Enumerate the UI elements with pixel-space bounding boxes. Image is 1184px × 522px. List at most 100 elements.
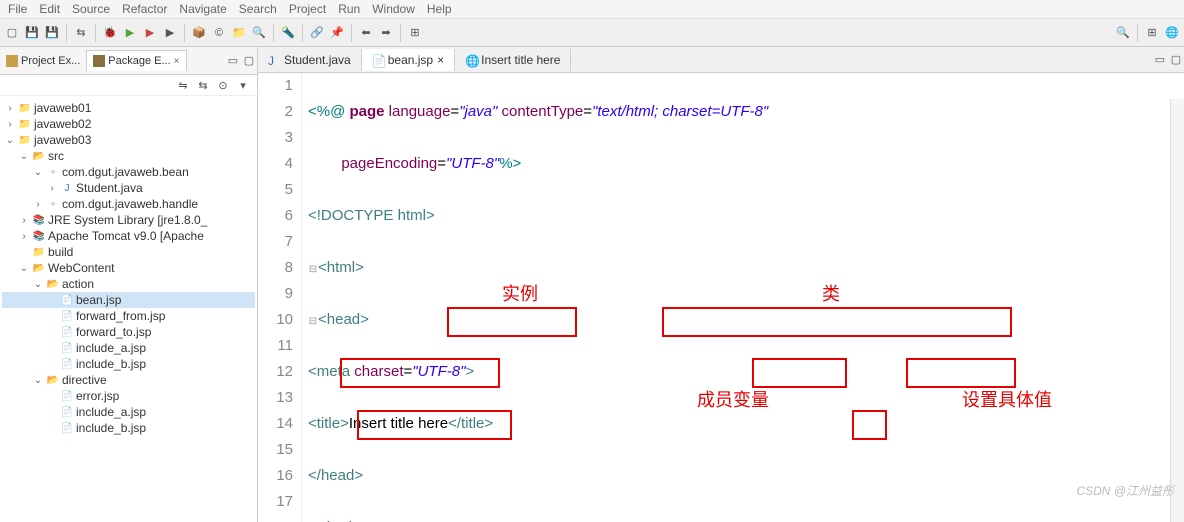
tree-item[interactable]: 📄error.jsp bbox=[2, 388, 255, 404]
menu-file[interactable]: File bbox=[8, 2, 27, 16]
package-explorer-icon bbox=[93, 55, 105, 67]
tree-label: include_b.jsp bbox=[76, 421, 146, 435]
menu-source[interactable]: Source bbox=[72, 2, 110, 16]
menu-search[interactable]: Search bbox=[239, 2, 277, 16]
line-number: 10 bbox=[258, 307, 293, 333]
twisty-icon[interactable]: › bbox=[46, 183, 58, 194]
file-icon: 📄 bbox=[60, 389, 74, 403]
run-config-icon[interactable]: ▶ bbox=[162, 25, 178, 41]
focus-icon[interactable]: ⊙ bbox=[215, 77, 231, 93]
tree-label: action bbox=[62, 277, 94, 291]
forward-icon[interactable]: ➡ bbox=[378, 25, 394, 41]
close-icon[interactable]: × bbox=[437, 53, 444, 67]
project-explorer-tab[interactable]: Project Ex... bbox=[0, 51, 86, 71]
menu-project[interactable]: Project bbox=[289, 2, 326, 16]
tree-label: include_a.jsp bbox=[76, 405, 146, 419]
new-class-icon[interactable]: © bbox=[211, 25, 227, 41]
maximize-icon[interactable]: ▢ bbox=[241, 53, 257, 69]
twisty-icon[interactable]: ⌄ bbox=[4, 135, 16, 146]
tree-item[interactable]: 📄include_b.jsp bbox=[2, 420, 255, 436]
tree-item[interactable]: ›📚Apache Tomcat v9.0 [Apache bbox=[2, 228, 255, 244]
new-package-icon[interactable]: 📦 bbox=[191, 25, 207, 41]
tree-label: include_a.jsp bbox=[76, 341, 146, 355]
tree-item[interactable]: ⌄📂src bbox=[2, 148, 255, 164]
open-perspective-icon[interactable]: ⊞ bbox=[1144, 25, 1160, 41]
pin-icon[interactable]: 📌 bbox=[329, 25, 345, 41]
code-editor[interactable]: 1234567891011121314151617 <%@ page langu… bbox=[258, 73, 1184, 522]
run-icon[interactable]: ▶ bbox=[122, 25, 138, 41]
menu-run[interactable]: Run bbox=[338, 2, 360, 16]
tree-item[interactable]: 📄forward_to.jsp bbox=[2, 324, 255, 340]
debug-icon[interactable]: 🐞 bbox=[102, 25, 118, 41]
twisty-icon[interactable]: ⌄ bbox=[32, 375, 44, 386]
collapse-all-icon[interactable]: ⇋ bbox=[175, 77, 191, 93]
annotation-label-setvalue: 设置具体值 bbox=[962, 387, 1052, 413]
line-number: 6 bbox=[258, 203, 293, 229]
open-type-icon[interactable]: 🔍 bbox=[251, 25, 267, 41]
line-number: 16 bbox=[258, 463, 293, 489]
twisty-icon[interactable]: ⌄ bbox=[32, 167, 44, 178]
link-icon[interactable]: 🔗 bbox=[309, 25, 325, 41]
save-icon[interactable]: 💾 bbox=[24, 25, 40, 41]
tree-item[interactable]: ›JStudent.java bbox=[2, 180, 255, 196]
new-folder-icon[interactable]: 📁 bbox=[231, 25, 247, 41]
tab-insert-title[interactable]: 🌐 Insert title here bbox=[455, 49, 571, 71]
view-menu-icon[interactable]: ▾ bbox=[235, 77, 251, 93]
run-ext-icon[interactable]: ▶ bbox=[142, 25, 158, 41]
close-icon[interactable]: × bbox=[174, 56, 180, 67]
minimize-editor-icon[interactable]: ▭ bbox=[1152, 52, 1168, 68]
tree-item[interactable]: 📄include_a.jsp bbox=[2, 340, 255, 356]
separator bbox=[351, 24, 352, 42]
twisty-icon[interactable]: › bbox=[32, 199, 44, 210]
back-icon[interactable]: ⬅ bbox=[358, 25, 374, 41]
search-icon[interactable]: 🔦 bbox=[280, 25, 296, 41]
package-explorer-panel: Project Ex... Package E... × ▭ ▢ ⇋ ⇆ ⊙ ▾… bbox=[0, 47, 258, 522]
tab-student-java[interactable]: J Student.java bbox=[258, 49, 362, 71]
tree-item[interactable]: ⌄📂WebContent bbox=[2, 260, 255, 276]
code-content[interactable]: <%@ page language="java" contentType="te… bbox=[302, 73, 1184, 522]
tree-label: javaweb02 bbox=[34, 117, 91, 131]
menu-refactor[interactable]: Refactor bbox=[122, 2, 167, 16]
new-icon[interactable]: ▢ bbox=[4, 25, 20, 41]
twisty-icon[interactable]: › bbox=[18, 231, 30, 242]
tree-item[interactable]: ⌄▫com.dgut.javaweb.bean bbox=[2, 164, 255, 180]
twisty-icon[interactable]: › bbox=[18, 215, 30, 226]
tree-item[interactable]: ⌄📂action bbox=[2, 276, 255, 292]
menu-help[interactable]: Help bbox=[427, 2, 452, 16]
perspective-icon[interactable]: ⊞ bbox=[407, 25, 423, 41]
package-explorer-tab[interactable]: Package E... × bbox=[86, 50, 186, 71]
menu-navigate[interactable]: Navigate bbox=[179, 2, 226, 16]
twisty-icon[interactable]: ⌄ bbox=[18, 151, 30, 162]
menu-edit[interactable]: Edit bbox=[39, 2, 60, 16]
tree-item[interactable]: ›📚JRE System Library [jre1.8.0_ bbox=[2, 212, 255, 228]
package-tree[interactable]: ›📁javaweb01›📁javaweb02⌄📁javaweb03⌄📂src⌄▫… bbox=[0, 96, 257, 522]
tree-item[interactable]: 📄forward_from.jsp bbox=[2, 308, 255, 324]
project-explorer-icon bbox=[6, 55, 18, 67]
tree-item[interactable]: 📁build bbox=[2, 244, 255, 260]
tree-item[interactable]: ›📁javaweb01 bbox=[2, 100, 255, 116]
twisty-icon[interactable]: ⌄ bbox=[32, 279, 44, 290]
tree-item[interactable]: ⌄📂directive bbox=[2, 372, 255, 388]
tree-item[interactable]: 📄bean.jsp bbox=[2, 292, 255, 308]
switch-icon[interactable]: ⇆ bbox=[73, 25, 89, 41]
tree-item[interactable]: ⌄📁javaweb03 bbox=[2, 132, 255, 148]
twisty-icon[interactable]: › bbox=[4, 119, 16, 130]
annotation-label-member: 成员变量 bbox=[697, 387, 769, 413]
quick-access-icon[interactable]: 🔍 bbox=[1115, 25, 1131, 41]
tree-item[interactable]: 📄include_b.jsp bbox=[2, 356, 255, 372]
tree-item[interactable]: 📄include_a.jsp bbox=[2, 404, 255, 420]
java-ee-perspective-icon[interactable]: 🌐 bbox=[1164, 25, 1180, 41]
tree-label: JRE System Library [jre1.8.0_ bbox=[48, 213, 207, 227]
twisty-icon[interactable]: ⌄ bbox=[18, 263, 30, 274]
menu-window[interactable]: Window bbox=[372, 2, 415, 16]
vertical-scrollbar[interactable] bbox=[1170, 99, 1184, 522]
maximize-editor-icon[interactable]: ▢ bbox=[1168, 52, 1184, 68]
twisty-icon[interactable]: › bbox=[4, 103, 16, 114]
tree-item[interactable]: ›▫com.dgut.javaweb.handle bbox=[2, 196, 255, 212]
saveall-icon[interactable]: 💾 bbox=[44, 25, 60, 41]
tab-bean-jsp[interactable]: 📄 bean.jsp × bbox=[362, 49, 455, 71]
file-icon: 📁 bbox=[18, 117, 32, 131]
minimize-icon[interactable]: ▭ bbox=[225, 53, 241, 69]
link-editor-icon[interactable]: ⇆ bbox=[195, 77, 211, 93]
tree-item[interactable]: ›📁javaweb02 bbox=[2, 116, 255, 132]
